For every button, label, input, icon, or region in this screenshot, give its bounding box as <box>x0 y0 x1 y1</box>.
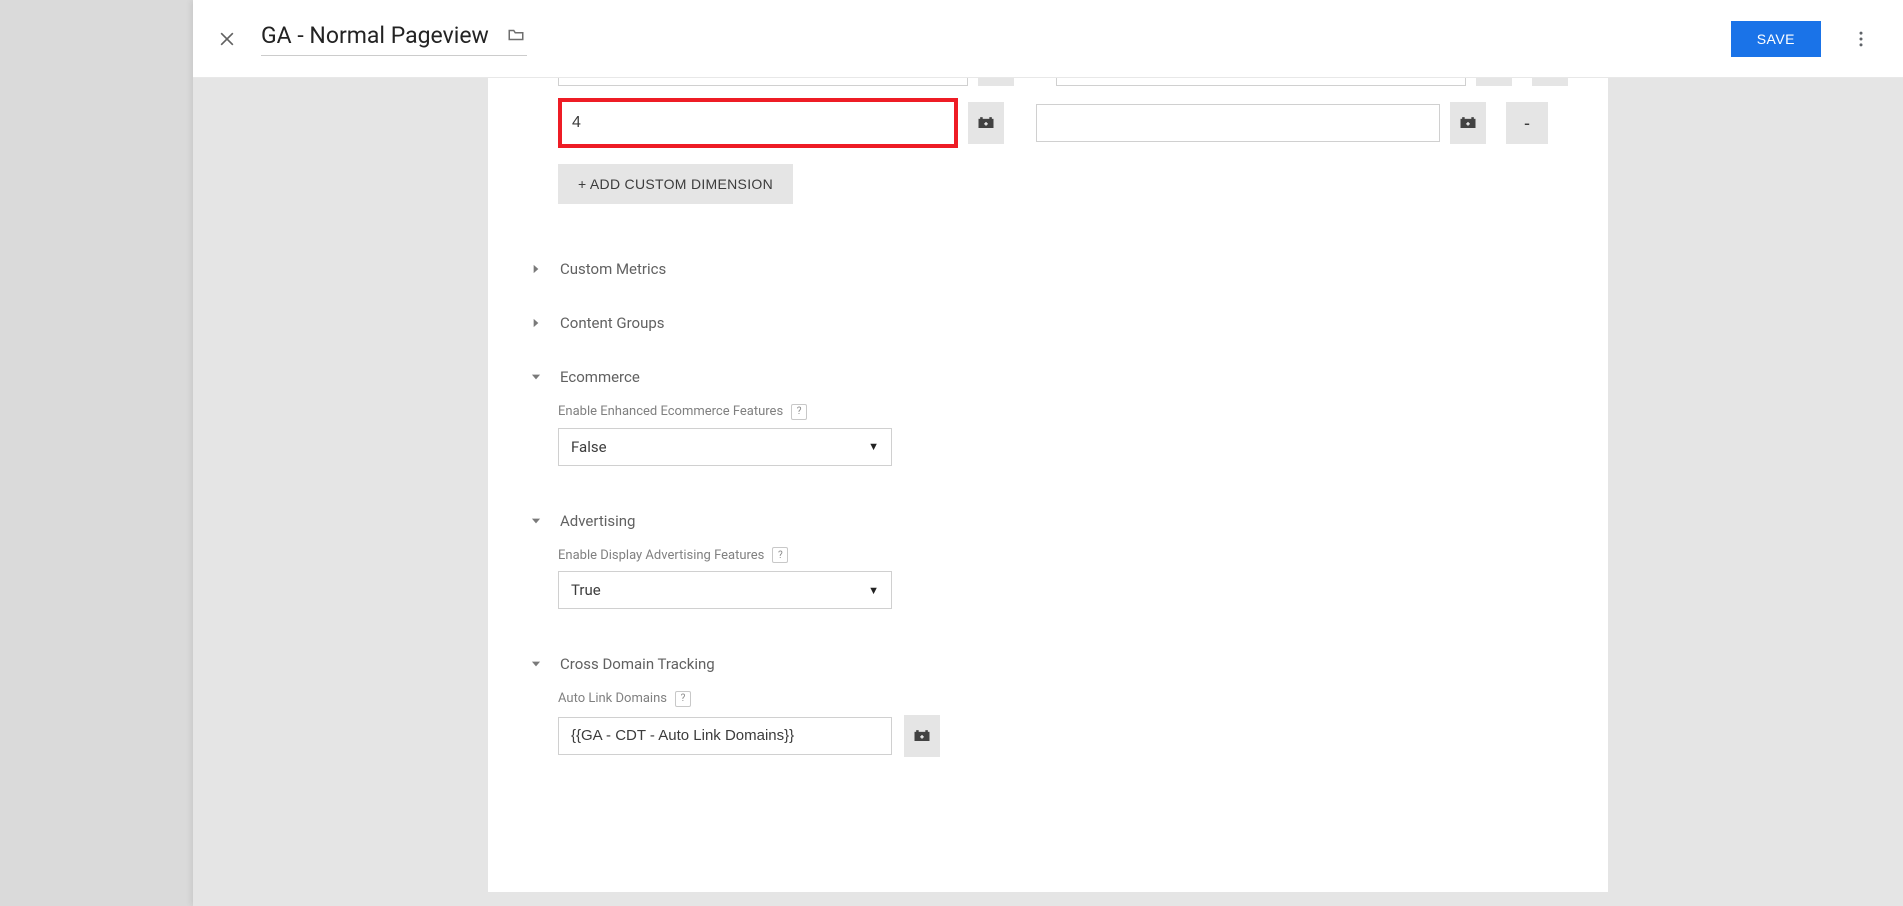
dimension-value-input[interactable] <box>1036 104 1440 142</box>
content-card: - + ADD CUSTOM DIMENSION Custom Metrics … <box>488 78 1608 892</box>
tag-editor-panel: GA - Normal Pageview SAVE <box>193 0 1903 906</box>
close-icon[interactable] <box>217 29 237 49</box>
add-custom-dimension-button[interactable]: + ADD CUSTOM DIMENSION <box>558 164 793 204</box>
remove-row-button-partial[interactable] <box>1532 78 1568 86</box>
save-button[interactable]: SAVE <box>1731 21 1821 57</box>
section-advertising-body: Enable Display Advertising Features ? Tr… <box>558 544 1568 610</box>
caret-down-icon: ▼ <box>868 584 879 597</box>
auto-link-domains-label: Auto Link Domains ? <box>558 691 691 707</box>
dimension-value-input-partial[interactable] <box>1056 78 1466 86</box>
content-scroll-area: - + ADD CUSTOM DIMENSION Custom Metrics … <box>193 78 1903 906</box>
ecommerce-enabled-select[interactable]: False ▼ <box>558 428 892 466</box>
chevron-down-icon <box>528 513 544 529</box>
help-icon[interactable]: ? <box>675 691 691 707</box>
chevron-right-icon <box>528 315 544 331</box>
caret-down-icon: ▼ <box>868 440 879 453</box>
section-ecommerce[interactable]: Ecommerce <box>528 346 1568 386</box>
title-wrap: GA - Normal Pageview <box>261 22 527 56</box>
variable-picker-button-partial-2[interactable] <box>1476 78 1512 86</box>
dimension-index-input[interactable] <box>558 98 958 148</box>
help-icon[interactable]: ? <box>772 547 788 563</box>
editor-header: GA - Normal Pageview SAVE <box>193 0 1903 78</box>
section-cross-domain-tracking[interactable]: Cross Domain Tracking <box>528 633 1568 673</box>
chevron-down-icon <box>528 369 544 385</box>
section-ecommerce-body: Enable Enhanced Ecommerce Features ? Fal… <box>558 400 1568 466</box>
variable-picker-button-3[interactable] <box>904 715 940 757</box>
remove-row-button[interactable]: - <box>1506 102 1548 144</box>
folder-icon[interactable] <box>505 26 527 44</box>
section-label: Cross Domain Tracking <box>560 655 715 673</box>
dimension-index-input-partial[interactable] <box>558 78 968 86</box>
section-label: Custom Metrics <box>560 260 666 278</box>
left-rail-background <box>0 0 193 906</box>
auto-link-domains-input[interactable] <box>558 717 892 755</box>
custom-dimension-row: - <box>558 98 1568 148</box>
advertising-enabled-select[interactable]: True ▼ <box>558 571 892 609</box>
variable-picker-button-partial[interactable] <box>978 78 1014 86</box>
variable-picker-button-2[interactable] <box>1450 102 1486 144</box>
advertising-field-label: Enable Display Advertising Features ? <box>558 547 788 563</box>
chevron-down-icon <box>528 656 544 672</box>
section-label: Advertising <box>560 512 635 530</box>
section-label: Ecommerce <box>560 368 640 386</box>
more-menu-icon[interactable] <box>1843 21 1879 57</box>
ecommerce-field-label: Enable Enhanced Ecommerce Features ? <box>558 404 807 420</box>
section-cross-domain-body: Auto Link Domains ? <box>558 687 1568 757</box>
help-icon[interactable]: ? <box>791 404 807 420</box>
tag-title[interactable]: GA - Normal Pageview <box>261 22 489 49</box>
section-label: Content Groups <box>560 314 665 332</box>
section-content-groups[interactable]: Content Groups <box>528 292 1568 332</box>
variable-picker-button[interactable] <box>968 102 1004 144</box>
custom-dimension-row-partial <box>558 78 1568 86</box>
section-advertising[interactable]: Advertising <box>528 490 1568 530</box>
section-custom-metrics[interactable]: Custom Metrics <box>528 238 1568 278</box>
chevron-right-icon <box>528 261 544 277</box>
